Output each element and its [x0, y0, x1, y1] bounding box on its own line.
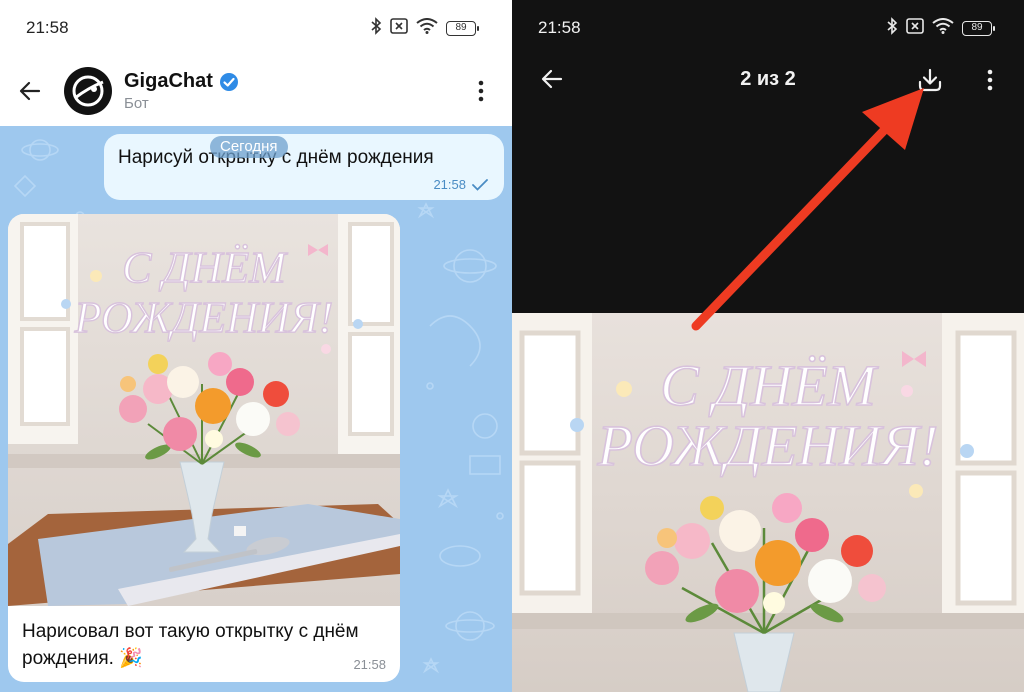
chat-name: GigaChat — [124, 70, 213, 92]
outgoing-message[interactable]: Нарисуй открытку с днём рождения 21:58 — [104, 134, 504, 200]
status-bar: 21:58 89 — [0, 0, 512, 56]
card-text-line2: РОЖДЕНИЯ! — [74, 293, 334, 342]
incoming-message-caption: Нарисовал вот такую открытку с днём рожд… — [22, 621, 359, 669]
status-icons: 89 — [370, 16, 479, 40]
back-arrow-icon — [19, 81, 41, 101]
chat-title[interactable]: GigaChat Бот — [124, 70, 239, 112]
back-button[interactable] — [0, 61, 60, 121]
more-vert-icon — [987, 69, 993, 91]
incoming-message-time: 21:58 — [353, 657, 386, 672]
image-viewer-screen: 21:58 89 2 из 2 С ДНЁМ РОЖДЕНИЯ! — [512, 0, 1024, 692]
verified-badge-icon — [219, 72, 238, 91]
battery-icon: 89 — [446, 20, 479, 36]
wifi-icon — [932, 17, 954, 39]
avatar[interactable] — [64, 67, 112, 115]
chat-screen: 21:58 89 GigaChat Бот Сегодня Нарисуй с … — [0, 0, 512, 692]
status-time: 21:58 — [26, 18, 69, 37]
date-separator: Сегодня — [210, 136, 288, 158]
viewer-toolbar: 2 из 2 — [512, 56, 1024, 102]
viewer-back-button[interactable] — [512, 56, 592, 102]
viewer-menu-button[interactable] — [970, 60, 1010, 100]
chat-menu-button[interactable] — [456, 66, 506, 116]
outgoing-message-meta: 21:58 — [433, 177, 488, 192]
bluetooth-icon — [370, 16, 382, 40]
sim-off-icon — [906, 17, 924, 39]
battery-icon: 89 — [962, 20, 995, 36]
back-arrow-icon — [541, 69, 563, 89]
status-bar: 21:58 89 — [512, 0, 1024, 56]
more-vert-icon — [478, 80, 484, 102]
wifi-icon — [416, 17, 438, 39]
download-button[interactable] — [910, 60, 950, 100]
outgoing-message-time: 21:58 — [433, 177, 466, 192]
incoming-image-message[interactable]: С ДНЁМ РОЖДЕНИЯ! Нарисовал вот такую отк… — [8, 214, 400, 682]
viewer-card-text-line1: С ДНЁМ — [660, 353, 878, 418]
read-check-icon — [472, 178, 488, 191]
viewer-card-text-line2: РОЖДЕНИЯ! — [596, 413, 938, 478]
download-icon — [918, 68, 942, 92]
chat-subtitle: Бот — [124, 95, 149, 112]
birthday-card-image[interactable]: С ДНЁМ РОЖДЕНИЯ! — [8, 214, 400, 606]
viewer-birthday-card-image[interactable]: С ДНЁМ РОЖДЕНИЯ! — [512, 313, 1024, 692]
chat-header: GigaChat Бот — [0, 56, 512, 126]
status-icons: 89 — [886, 16, 995, 40]
gigachat-logo-icon — [72, 75, 104, 107]
status-time: 21:58 — [538, 18, 581, 37]
bluetooth-icon — [886, 16, 898, 40]
card-text-line1: С ДНЁМ — [122, 243, 288, 292]
sim-off-icon — [390, 17, 408, 39]
